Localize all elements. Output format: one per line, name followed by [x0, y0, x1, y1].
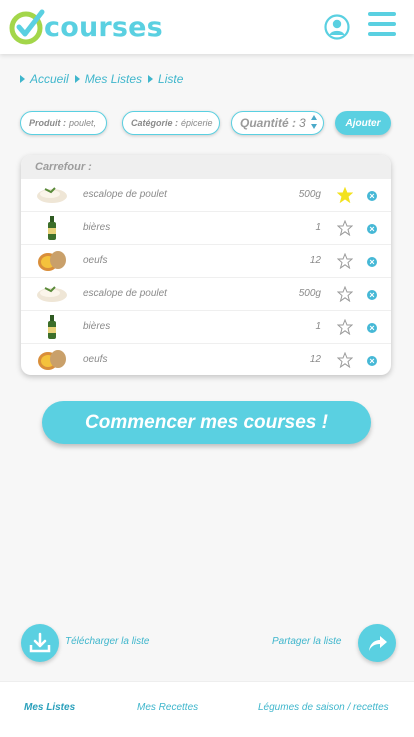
remove-item-icon[interactable]: [367, 290, 377, 300]
app-header: courses: [0, 0, 414, 54]
caret-right-icon: [74, 75, 80, 83]
nav-item-mes-listes[interactable]: Mes Listes: [24, 702, 75, 713]
category-input[interactable]: Catégorie : épicerie: [122, 111, 220, 135]
add-button[interactable]: Ajouter: [335, 111, 391, 135]
product-input[interactable]: Produit : poulet,: [20, 111, 107, 135]
breadcrumb-item-accueil[interactable]: Accueil: [20, 72, 69, 86]
favorite-star-icon[interactable]: [337, 286, 353, 302]
app-logo[interactable]: courses: [8, 8, 163, 46]
breadcrumb-label: Mes Listes: [84, 72, 143, 86]
list-item[interactable]: escalope de poulet 500g: [21, 179, 391, 212]
remove-item-icon[interactable]: [367, 323, 377, 333]
logo-text: courses: [44, 11, 163, 43]
list-item[interactable]: oeufs 12: [21, 344, 391, 375]
item-name: oeufs: [83, 255, 108, 266]
store-header: Carrefour :: [21, 155, 391, 179]
beer-bottle-icon: [35, 315, 69, 339]
favorite-star-icon[interactable]: [337, 187, 353, 203]
hamburger-menu-icon[interactable]: [368, 12, 396, 40]
favorite-star-icon[interactable]: [337, 253, 353, 269]
favorite-star-icon[interactable]: [337, 319, 353, 335]
item-name: escalope de poulet: [83, 189, 167, 200]
item-quantity: 500g: [298, 288, 321, 299]
product-input-value: poulet,: [69, 118, 97, 128]
item-name: escalope de poulet: [83, 288, 167, 299]
share-button[interactable]: [358, 624, 396, 662]
quantity-stepper[interactable]: Quantité : 3: [231, 111, 324, 135]
start-shopping-button[interactable]: Commencer mes courses !: [42, 401, 371, 444]
caret-right-icon: [148, 75, 154, 83]
download-button[interactable]: [21, 624, 59, 662]
favorite-star-icon[interactable]: [337, 220, 353, 236]
nav-item-mes-recettes[interactable]: Mes Recettes: [137, 702, 198, 713]
favorite-star-icon[interactable]: [337, 352, 353, 368]
category-input-label: Catégorie :: [131, 118, 179, 128]
breadcrumb-label: Liste: [158, 72, 184, 86]
download-icon: [29, 632, 51, 653]
item-quantity: 1: [315, 321, 321, 332]
list-item[interactable]: oeufs 12: [21, 245, 391, 278]
chicken-icon: [35, 282, 69, 306]
quantity-value: 3: [299, 116, 306, 130]
shopping-list-card: Carrefour : escalope de poulet 500g bières…: [21, 155, 391, 375]
share-label[interactable]: Partager la liste: [272, 636, 341, 647]
list-item[interactable]: bières 1: [21, 212, 391, 245]
item-quantity: 12: [309, 255, 321, 266]
remove-item-icon[interactable]: [367, 224, 377, 234]
nav-item-legumes-de-saison[interactable]: Légumes de saison / recettes: [258, 702, 389, 713]
download-label[interactable]: Télécharger la liste: [65, 636, 149, 647]
item-quantity: 500g: [298, 189, 321, 200]
stepper-arrows-icon[interactable]: [311, 115, 317, 131]
breadcrumb: Accueil Mes Listes Liste: [20, 72, 189, 86]
item-quantity: 1: [315, 222, 321, 233]
item-name: bières: [83, 222, 111, 233]
item-name: oeufs: [83, 354, 108, 365]
user-icon[interactable]: [324, 14, 350, 40]
share-arrow-icon: [369, 636, 387, 651]
list-item[interactable]: bières 1: [21, 311, 391, 344]
logo-check-icon: [9, 9, 45, 45]
beer-bottle-icon: [35, 216, 69, 240]
remove-item-icon[interactable]: [367, 257, 377, 267]
breadcrumb-item-liste[interactable]: Liste: [148, 72, 183, 86]
caret-right-icon: [20, 75, 25, 83]
breadcrumb-item-mes-listes[interactable]: Mes Listes: [74, 72, 143, 86]
eggs-icon: [35, 249, 69, 273]
item-name: bières: [83, 321, 111, 332]
chicken-icon: [35, 183, 69, 207]
product-input-label: Produit :: [29, 118, 66, 128]
category-input-value: épicerie: [181, 118, 213, 128]
eggs-icon: [35, 348, 69, 372]
quantity-label: Quantité :: [240, 116, 296, 130]
bottom-nav: Mes Listes Mes Recettes Légumes de saiso…: [0, 681, 414, 737]
remove-item-icon[interactable]: [367, 356, 377, 366]
breadcrumb-label: Accueil: [30, 72, 69, 86]
remove-item-icon[interactable]: [367, 191, 377, 201]
item-quantity: 12: [309, 354, 321, 365]
list-item[interactable]: escalope de poulet 500g: [21, 278, 391, 311]
